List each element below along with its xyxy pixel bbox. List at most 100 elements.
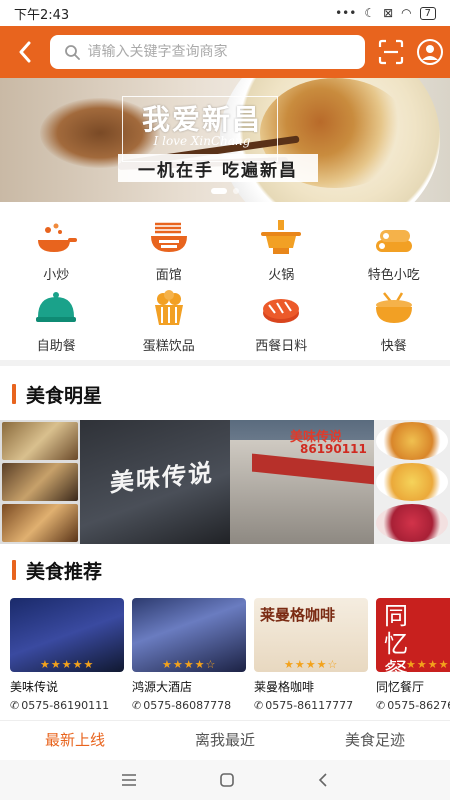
rating-stars: ★★★★☆ bbox=[162, 658, 217, 671]
battery-icon: 7 bbox=[419, 6, 436, 20]
section-title: 美食推荐 bbox=[26, 560, 103, 583]
dish-photos bbox=[374, 420, 450, 544]
interior-photos bbox=[0, 420, 80, 544]
restaurant-card[interactable]: 莱曼格咖啡 ★★★★☆ 莱曼格咖啡 ✆ 0575-86117777 bbox=[254, 598, 368, 712]
cupcake-icon bbox=[154, 290, 183, 325]
category-buffet[interactable]: 自助餐 bbox=[0, 289, 113, 359]
restaurant-phone: ✆ 0575-86276 bbox=[376, 699, 450, 712]
moon-icon: ☾ bbox=[364, 6, 376, 20]
section-title: 美食明星 bbox=[26, 384, 103, 407]
list-tabs: 最新上线 离我最近 美食足迹 bbox=[0, 720, 450, 760]
rating-stars: ★★★★★ bbox=[40, 658, 95, 671]
fast-food-bowl-icon bbox=[375, 292, 412, 323]
section-header-stars: 美食明星 bbox=[0, 366, 450, 422]
restaurant-thumbnail: 莱曼格咖啡 ★★★★☆ bbox=[254, 598, 368, 672]
wifi-icon: ◠ bbox=[401, 6, 412, 20]
snack-rolls-icon bbox=[375, 230, 412, 252]
status-time: 下午2:43 bbox=[14, 7, 70, 23]
restaurant-phone: ✆ 0575-86190111 bbox=[10, 699, 124, 712]
restaurant-thumbnail: ★★★★☆ bbox=[132, 598, 246, 672]
restaurant-name: 鸿源大酒店 bbox=[132, 680, 193, 694]
restaurant-thumbnail: ★★★★★ bbox=[10, 598, 124, 672]
phone-icon: ✆ bbox=[132, 699, 142, 712]
category-label: 西餐日料 bbox=[255, 339, 308, 354]
pagination-dot[interactable] bbox=[211, 188, 227, 194]
restaurant-thumbnail: 同忆餐厅 ★★★★★ bbox=[376, 598, 450, 672]
interior-photo bbox=[2, 463, 78, 501]
banner-pagination bbox=[0, 188, 450, 194]
section-header-recommend: 美食推荐 bbox=[0, 544, 450, 596]
phone-icon: ✆ bbox=[10, 699, 20, 712]
phone-number: 0575-86087778 bbox=[143, 699, 232, 712]
user-avatar-icon bbox=[417, 39, 444, 65]
buffet-cloche-icon bbox=[36, 292, 77, 322]
category-fast-food[interactable]: 快餐 bbox=[338, 289, 450, 359]
tab-history[interactable]: 美食足迹 bbox=[300, 721, 450, 760]
search-input[interactable] bbox=[87, 44, 348, 60]
category-noodles[interactable]: 面馆 bbox=[113, 218, 226, 288]
restaurant-phone: ✆ 0575-86117777 bbox=[254, 699, 368, 712]
tab-nearest[interactable]: 离我最近 bbox=[150, 721, 300, 760]
scan-icon bbox=[378, 39, 403, 65]
restaurant-card[interactable]: 同忆餐厅 ★★★★★ 同忆餐厅 ✆0575-86276 bbox=[376, 598, 450, 712]
category-label: 蛋糕饮品 bbox=[142, 339, 195, 354]
tab-newest[interactable]: 最新上线 bbox=[0, 721, 150, 760]
system-nav-bar bbox=[0, 760, 450, 800]
status-bar: 下午2:43 ••• ☾ ⊠ ◠ 7 bbox=[0, 0, 450, 26]
phone-icon: ✆ bbox=[254, 699, 264, 712]
battery-level: 7 bbox=[424, 7, 431, 19]
dish-photo bbox=[376, 463, 448, 501]
dish-photo bbox=[376, 504, 448, 542]
category-stir-fry[interactable]: 小炒 bbox=[0, 218, 113, 288]
back-nav-icon[interactable] bbox=[317, 772, 329, 788]
category-snacks[interactable]: 特色小吃 bbox=[338, 218, 450, 288]
recommend-list: ★★★★★ 美味传说 ✆ 0575-86190111 ★★★★☆ 鸿源大酒店 ✆ 0… bbox=[0, 596, 450, 720]
category-cake-drinks[interactable]: 蛋糕饮品 bbox=[113, 289, 226, 359]
rating-stars: ★★★★★ bbox=[406, 658, 450, 671]
restaurant-name: 美味传说 bbox=[10, 680, 59, 694]
stir-fry-icon bbox=[38, 223, 78, 252]
phone-number: 0575-86190111 bbox=[21, 699, 110, 712]
more-dots-icon: ••• bbox=[335, 6, 357, 20]
category-label: 面馆 bbox=[155, 268, 182, 283]
dish-photo bbox=[376, 422, 448, 460]
phone-number: 0575-86276 bbox=[387, 699, 450, 712]
banner-title: 我爱新昌 bbox=[141, 103, 262, 136]
top-header bbox=[0, 26, 450, 78]
category-label: 自助餐 bbox=[36, 339, 76, 354]
featured-star-carousel[interactable]: 美味传说 美味传说 86190111 bbox=[0, 420, 450, 544]
sushi-icon bbox=[263, 299, 300, 323]
home-icon[interactable] bbox=[219, 772, 235, 788]
section-accent-bar bbox=[12, 384, 16, 404]
restaurant-card[interactable]: ★★★★☆ 鸿源大酒店 ✆ 0575-86087778 bbox=[132, 598, 246, 712]
category-western-japanese[interactable]: 西餐日料 bbox=[225, 289, 338, 359]
banner-subtitle: I love XinChang bbox=[153, 134, 251, 148]
back-button[interactable] bbox=[0, 26, 50, 78]
restaurant-name: 同忆餐厅 bbox=[376, 680, 425, 694]
restaurant-card[interactable]: ★★★★★ 美味传说 ✆ 0575-86190111 bbox=[10, 598, 124, 712]
menu-icon[interactable] bbox=[121, 773, 137, 787]
category-hotpot[interactable]: 火锅 bbox=[225, 218, 338, 288]
interior-photo bbox=[2, 422, 78, 460]
hot-pot-icon bbox=[261, 220, 302, 254]
category-label: 小炒 bbox=[43, 268, 70, 283]
rating-stars: ★★★★☆ bbox=[284, 658, 339, 671]
status-icons: ••• ☾ ⊠ ◠ 7 bbox=[335, 6, 436, 20]
pagination-dot[interactable] bbox=[233, 188, 239, 194]
banner-slogan: 一机在手 吃遍新昌 bbox=[118, 154, 318, 182]
restaurant-name: 莱曼格咖啡 bbox=[254, 680, 315, 694]
search-box[interactable] bbox=[49, 35, 365, 69]
category-label: 特色小吃 bbox=[367, 268, 420, 283]
interior-photo bbox=[2, 504, 78, 542]
storefront-photo: 美味传说 美味传说 86190111 bbox=[80, 420, 374, 544]
section-accent-bar bbox=[12, 560, 16, 580]
profile-button[interactable] bbox=[410, 26, 450, 78]
promo-banner[interactable]: 我爱新昌 I love XinChang 一机在手 吃遍新昌 bbox=[0, 78, 450, 202]
scan-button[interactable] bbox=[371, 26, 411, 78]
category-label: 快餐 bbox=[380, 339, 407, 354]
sim-icon: ⊠ bbox=[383, 6, 394, 20]
category-label: 火锅 bbox=[268, 268, 295, 283]
featured-brand-phone: 86190111 bbox=[300, 442, 367, 456]
phone-number: 0575-86117777 bbox=[265, 699, 354, 712]
restaurant-phone: ✆ 0575-86087778 bbox=[132, 699, 246, 712]
